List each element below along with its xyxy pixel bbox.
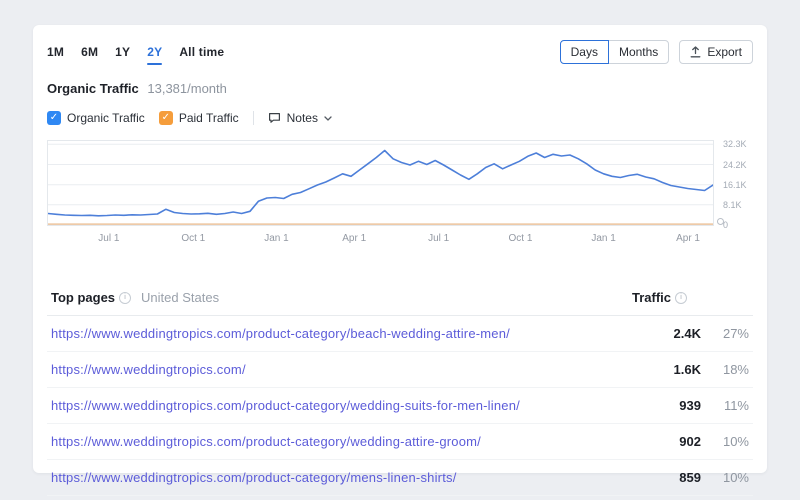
- table-row: https://www.weddingtropics.com/product-c…: [47, 316, 753, 352]
- x-axis-tick-label: Oct 1: [509, 233, 533, 244]
- top-pages-region: United States: [141, 290, 219, 305]
- range-tab-all-time[interactable]: All time: [179, 45, 224, 59]
- page-background: 1M 6M 1Y 2Y All time DaysMonths Export Organ…: [0, 0, 800, 500]
- x-axis-tick-label: Jul 1: [98, 233, 119, 244]
- top-pages-section: Top pages i United States Traffic i http…: [47, 290, 753, 496]
- traffic-value: 2.4K: [645, 326, 701, 341]
- page-url-link[interactable]: https://www.weddingtropics.com/product-c…: [51, 326, 645, 341]
- traffic-value: 1.6K: [645, 362, 701, 377]
- top-pages-title: Top pages: [51, 290, 115, 305]
- info-icon: i: [119, 292, 131, 304]
- organic-traffic-line: [48, 151, 713, 216]
- toolbar-right: DaysMonths Export: [560, 40, 753, 64]
- y-axis-tick-label: 32.3K: [723, 139, 747, 149]
- range-tab-2y[interactable]: 2Y: [147, 45, 162, 59]
- notes-label: Notes: [287, 111, 318, 125]
- granularity-months-button[interactable]: Months: [608, 40, 669, 64]
- chevron-down-icon: [324, 116, 332, 121]
- paid-traffic-label: Paid Traffic: [179, 111, 239, 125]
- paid-traffic-checkbox[interactable]: ✓ Paid Traffic: [159, 111, 239, 125]
- table-row: https://www.weddingtropics.com/product-c…: [47, 460, 753, 496]
- metric-value: 13,381/month: [147, 81, 227, 96]
- table-row: https://www.weddingtropics.com/product-c…: [47, 388, 753, 424]
- date-range-tabs: 1M 6M 1Y 2Y All time: [47, 45, 224, 59]
- chart-plot-area[interactable]: [47, 140, 714, 226]
- top-pages-table: https://www.weddingtropics.com/product-c…: [47, 316, 753, 496]
- traffic-line-chart-svg: [48, 141, 713, 225]
- range-tab-1m[interactable]: 1M: [47, 45, 64, 59]
- traffic-analytics-card: 1M 6M 1Y 2Y All time DaysMonths Export Organ…: [33, 25, 767, 473]
- traffic-value: 859: [645, 470, 701, 485]
- y-axis-tick-label: 16.1K: [723, 180, 747, 190]
- notes-bubble-icon: [268, 112, 281, 124]
- notes-dropdown[interactable]: Notes: [268, 111, 332, 125]
- traffic-value: 939: [645, 398, 701, 413]
- x-axis-tick-label: Apr 1: [676, 233, 700, 244]
- traffic-column-header: Traffic i: [632, 290, 749, 305]
- organic-traffic-label: Organic Traffic: [67, 111, 145, 125]
- traffic-share: 27%: [701, 326, 749, 341]
- traffic-chart: 0 8.1K 16.1K 24.2K 32.3K Jul 1 Oct 1 Jan 1 Apr 1…: [47, 140, 753, 252]
- top-pages-header: Top pages i United States Traffic i: [47, 290, 753, 316]
- organic-traffic-checkbox[interactable]: ✓ Organic Traffic: [47, 111, 145, 125]
- metric-summary: Organic Traffic 13,381/month: [47, 81, 753, 96]
- traffic-share: 11%: [701, 398, 749, 413]
- granularity-days-button[interactable]: Days: [560, 40, 609, 64]
- y-axis-tick-label: 8.1K: [723, 200, 742, 210]
- traffic-share: 10%: [701, 434, 749, 449]
- traffic-value: 902: [645, 434, 701, 449]
- table-row: https://www.weddingtropics.com/product-c…: [47, 424, 753, 460]
- range-tab-6m[interactable]: 6M: [81, 45, 98, 59]
- x-axis-tick-label: Jan 1: [591, 233, 615, 244]
- page-url-link[interactable]: https://www.weddingtropics.com/product-c…: [51, 434, 645, 449]
- traffic-header-label: Traffic: [632, 290, 671, 305]
- range-tab-1y[interactable]: 1Y: [115, 45, 130, 59]
- granularity-toggle: DaysMonths: [560, 40, 670, 64]
- chart-toolbar: 1M 6M 1Y 2Y All time DaysMonths Export: [47, 40, 753, 64]
- traffic-share: 10%: [701, 470, 749, 485]
- page-url-link[interactable]: https://www.weddingtropics.com/: [51, 362, 645, 377]
- x-axis-tick-label: Apr 1: [342, 233, 366, 244]
- page-url-link[interactable]: https://www.weddingtropics.com/product-c…: [51, 470, 645, 485]
- x-axis-tick-label: Jan 1: [264, 233, 288, 244]
- page-url-link[interactable]: https://www.weddingtropics.com/product-c…: [51, 398, 645, 413]
- export-icon: [690, 46, 701, 58]
- table-row: https://www.weddingtropics.com/1.6K18%: [47, 352, 753, 388]
- y-axis-tick-label: 0: [723, 220, 728, 230]
- export-button[interactable]: Export: [679, 40, 753, 64]
- traffic-share: 18%: [701, 362, 749, 377]
- chart-legend: ✓ Organic Traffic ✓ Paid Traffic Notes: [47, 110, 753, 126]
- checkbox-checked-icon: ✓: [47, 111, 61, 125]
- legend-divider: [253, 111, 254, 125]
- info-icon: i: [675, 292, 687, 304]
- export-label: Export: [707, 45, 742, 59]
- checkbox-checked-icon: ✓: [159, 111, 173, 125]
- y-axis-tick-label: 24.2K: [723, 160, 747, 170]
- metric-title: Organic Traffic: [47, 81, 139, 96]
- x-axis-tick-label: Oct 1: [181, 233, 205, 244]
- x-axis-tick-label: Jul 1: [428, 233, 449, 244]
